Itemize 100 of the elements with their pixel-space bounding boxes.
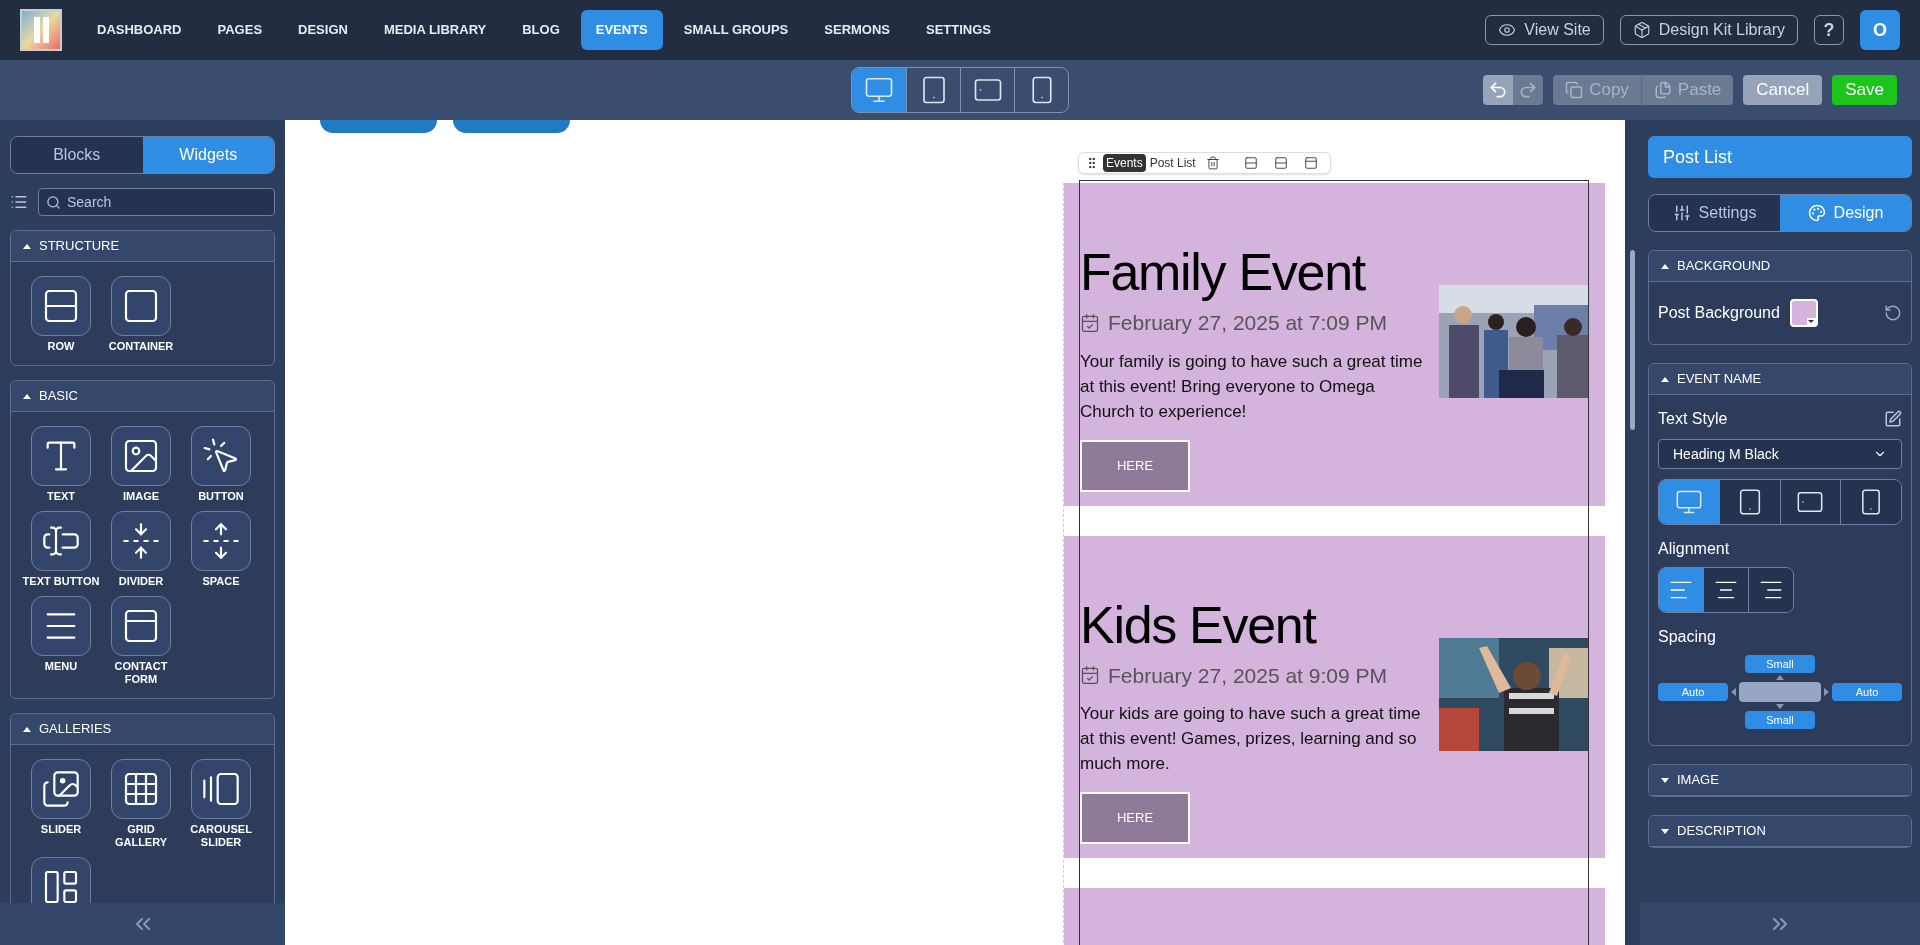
alignment-toggle[interactable]	[1748, 568, 1793, 612]
trash-icon	[1205, 156, 1220, 170]
widget-label: ROW	[46, 340, 76, 353]
widget-tile[interactable]	[191, 426, 251, 486]
nav-tab[interactable]: BLOG	[507, 10, 575, 50]
section-header[interactable]: BACKGROUND	[1649, 251, 1911, 282]
widget-tile[interactable]	[31, 857, 91, 903]
widget-tile[interactable]	[191, 511, 251, 571]
collapse-caret-icon	[1661, 263, 1669, 269]
desktop-icon	[1674, 488, 1703, 516]
list-icon	[10, 193, 28, 211]
panel-tab[interactable]: Blocks	[11, 137, 143, 173]
collapse-caret-icon	[23, 393, 31, 399]
widget-label: CONTACT FORM	[113, 660, 169, 686]
nav-tab[interactable]: DASHBOARD	[82, 10, 197, 50]
event-button[interactable]: HERE	[1080, 439, 1190, 492]
event-description: Your kids are going to have such a great time at this event! Games, prizes, learning and so much more.	[1080, 703, 1422, 775]
nav-tab[interactable]: PAGES	[202, 10, 278, 50]
search-field[interactable]: Search	[38, 188, 275, 216]
device-toggle[interactable]	[1659, 480, 1719, 524]
device-toggle[interactable]	[852, 68, 906, 112]
calendar-check-icon	[1080, 312, 1100, 333]
widget-tile[interactable]	[31, 426, 91, 486]
widget-label: CAROUSEL SLIDER	[189, 823, 253, 849]
section-header[interactable]: GALLERIES	[11, 714, 274, 745]
search-icon	[46, 195, 61, 210]
field-label: Spacing	[1658, 627, 1717, 647]
widget-tile[interactable]	[31, 511, 91, 571]
edit-icon	[1884, 410, 1902, 428]
widget-label: TEXT BUTTON	[21, 575, 101, 588]
files-icon	[1653, 81, 1672, 99]
widget-label: TEXT	[45, 490, 77, 503]
space-icon	[201, 521, 241, 561]
nav-tab[interactable]: DESIGN	[283, 10, 363, 50]
help-button[interactable]: ?	[1814, 15, 1844, 45]
reset-icon	[1884, 304, 1902, 322]
pill-button[interactable]	[320, 120, 437, 133]
widget-tile[interactable]	[191, 759, 251, 819]
expand-caret-icon	[1661, 828, 1669, 834]
widget-label: MENU	[43, 660, 79, 673]
panel-tab[interactable]: Settings	[1649, 195, 1780, 231]
field-label: Post Background	[1658, 303, 1780, 323]
widget-label: DIVIDER	[117, 575, 165, 588]
expand-caret-icon	[1661, 777, 1669, 783]
rows-icon	[1273, 156, 1288, 170]
section-header[interactable]: STRUCTURE	[11, 231, 274, 262]
field-label: Alignment	[1658, 539, 1731, 559]
text-style-select[interactable]: Heading M Black	[1658, 439, 1902, 469]
section-header[interactable]: EVENT NAME	[1649, 364, 1911, 395]
panel-icon	[1303, 156, 1318, 170]
section-header[interactable]: IMAGE	[1649, 765, 1911, 796]
desktop-icon	[864, 75, 894, 105]
widget-tile[interactable]	[111, 426, 171, 486]
widget-label: IMAGE	[121, 490, 161, 503]
widget-label: CONTAINER	[107, 340, 175, 353]
widget-tile[interactable]	[111, 596, 171, 656]
eye-icon	[1498, 21, 1517, 39]
event-date: February 27, 2025 at 7:09 PM	[1108, 310, 1387, 336]
widget-tile[interactable]	[111, 759, 171, 819]
undo-button[interactable]	[1483, 75, 1514, 105]
device-toggle[interactable]	[1779, 480, 1841, 524]
device-toggle[interactable]	[1718, 480, 1780, 524]
event-title: Family Event	[1080, 243, 1367, 301]
pill-button[interactable]	[453, 120, 570, 133]
redo-icon	[1518, 80, 1539, 100]
rows-icon	[1243, 156, 1258, 170]
palette-icon	[1807, 204, 1826, 222]
section-header[interactable]: DESCRIPTION	[1649, 816, 1911, 847]
field-label: Text Style	[1658, 409, 1728, 429]
copy-icon	[1565, 81, 1584, 99]
widget-tile[interactable]	[31, 596, 91, 656]
nav-tab[interactable]: SERMONS	[809, 10, 906, 50]
package-icon	[1632, 21, 1651, 39]
nav-tab[interactable]: MEDIA LIBRARY	[368, 10, 502, 50]
section-header[interactable]: BASIC	[11, 381, 274, 412]
logo-icon	[20, 9, 62, 51]
element-tag: Events	[1103, 154, 1146, 172]
collapse-caret-icon	[23, 726, 31, 732]
event-description: Your family is going to have such a great time at this event! Bring everyone to Omega Church to experience!	[1080, 350, 1424, 423]
color-swatch[interactable]	[1789, 299, 1818, 327]
element-label: Post List	[1149, 155, 1196, 172]
alignment-toggle[interactable]	[1703, 568, 1748, 612]
widget-tile[interactable]	[31, 759, 91, 819]
widget-tile[interactable]	[111, 276, 171, 336]
panel-title: Post List	[1648, 136, 1912, 178]
widget-tile[interactable]	[111, 511, 171, 571]
event-button[interactable]: HERE	[1080, 792, 1190, 844]
event-date: February 27, 2025 at 9:09 PM	[1108, 662, 1387, 689]
widget-label: GRID GALLERY	[113, 823, 169, 849]
view-site-button[interactable]: View Site	[1485, 15, 1604, 45]
dropdown-caret-icon	[1806, 318, 1816, 325]
design-kit-button[interactable]: Design Kit Library	[1619, 15, 1798, 45]
alignment-toggle[interactable]	[1659, 568, 1703, 612]
widget-tile[interactable]	[31, 276, 91, 336]
device-toggle[interactable]	[1840, 480, 1901, 524]
event-title: Kids Event	[1080, 595, 1318, 654]
nav-tab[interactable]: SETTINGS	[911, 10, 1007, 50]
divider-icon	[121, 521, 161, 561]
sliders-icon	[1672, 204, 1691, 222]
nav-tab[interactable]: SMALL GROUPS	[668, 10, 804, 50]
